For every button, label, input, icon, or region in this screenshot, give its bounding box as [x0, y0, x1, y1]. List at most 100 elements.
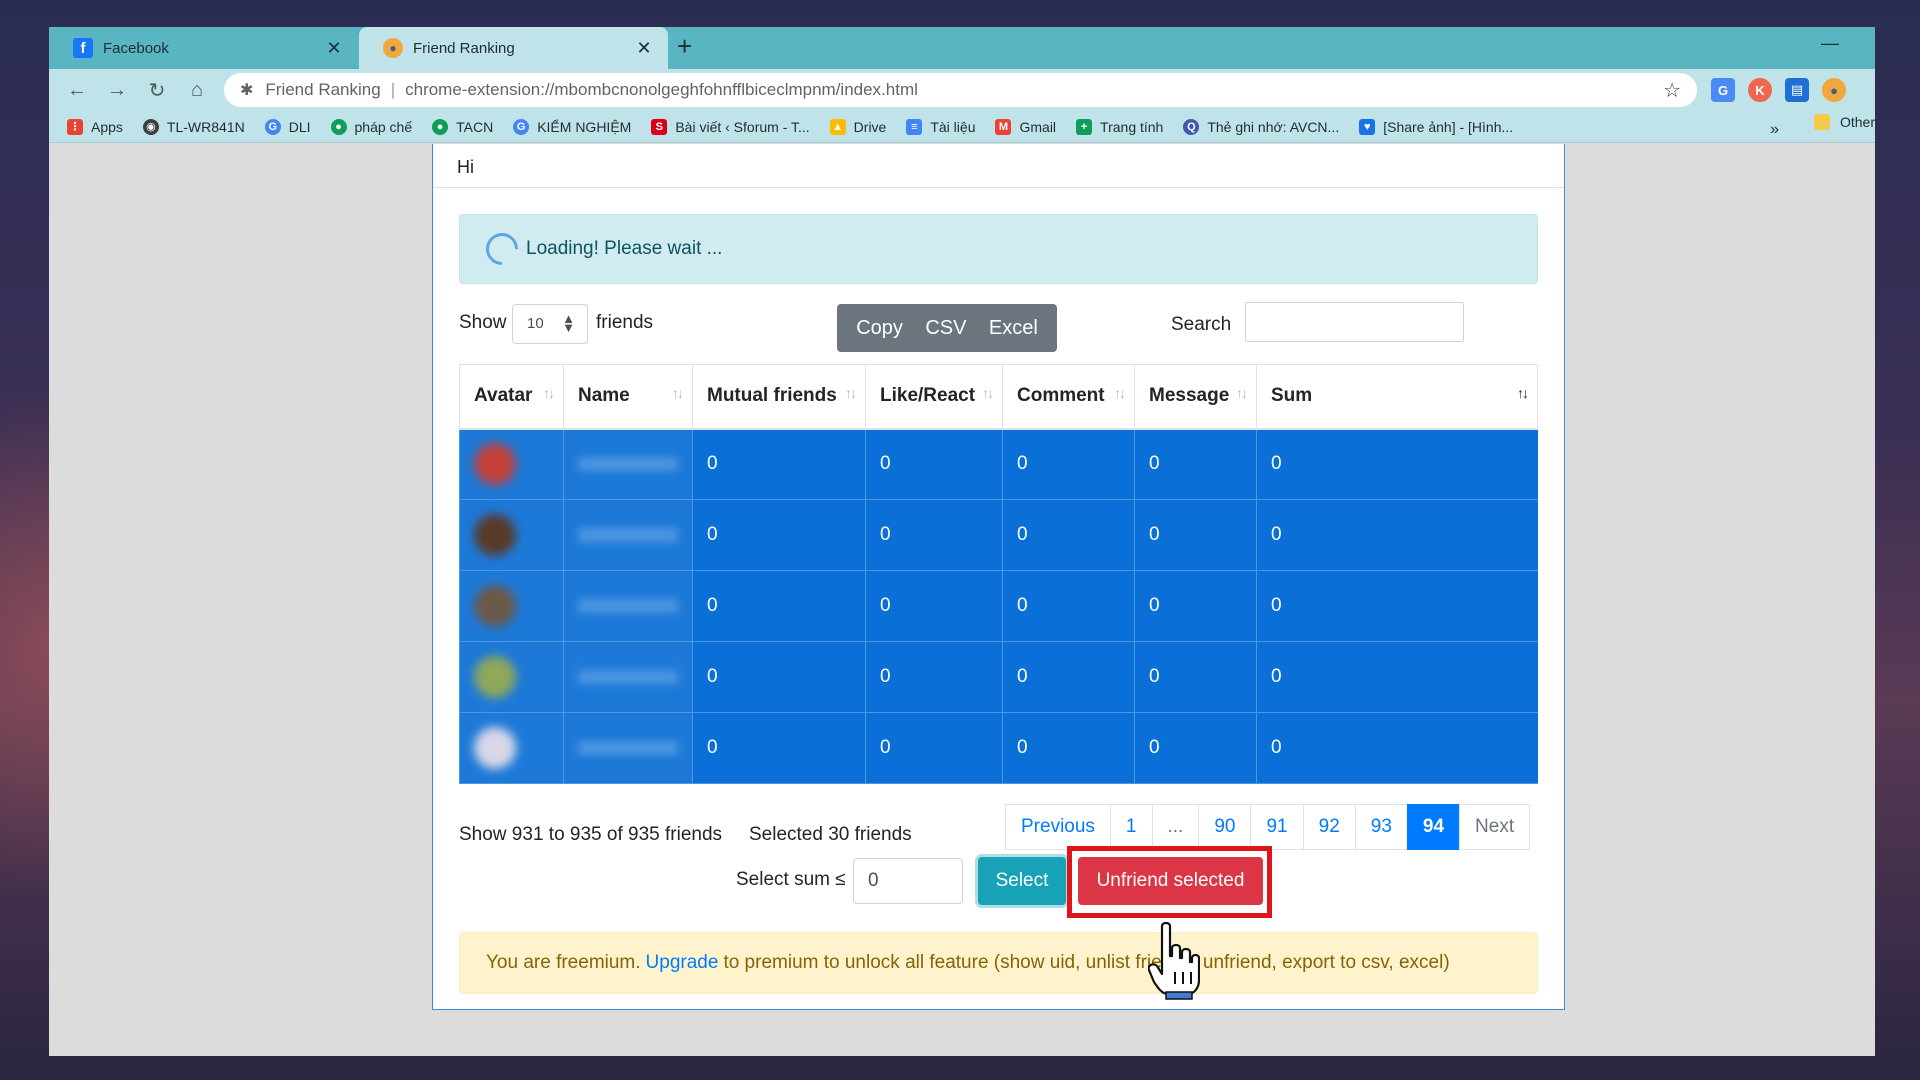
friends-table: Avatar ↑↓ Name ↑↓ Mutual friends ↑↓ Like/Re…	[459, 364, 1538, 784]
address-url: chrome-extension://mbombcnonolgeghfohnff…	[405, 80, 918, 99]
other-bookmarks-label: Other	[1839, 114, 1875, 130]
table-row[interactable]: 00000	[459, 428, 1538, 500]
docs-icon: ≡	[906, 118, 923, 135]
other-bookmarks[interactable]: Other	[1813, 114, 1875, 130]
mutual-friends-cell: 0	[692, 428, 866, 500]
column-header-avatar[interactable]: Avatar ↑↓	[459, 364, 564, 430]
save-extension-icon[interactable]: ▤	[1785, 78, 1809, 102]
like-react-cell: 0	[865, 499, 1003, 571]
avatar	[474, 727, 516, 769]
gmail-icon: M	[995, 118, 1012, 135]
bookmark-label: TL-WR841N	[166, 118, 245, 135]
name-cell	[563, 641, 693, 713]
bookmark-tacn[interactable]: ● TACN	[432, 118, 494, 135]
tab-friend-ranking[interactable]: ● Friend Ranking ✕	[359, 27, 668, 69]
avatar	[474, 514, 516, 556]
table-row[interactable]: 00000	[459, 712, 1538, 784]
extension-puzzle-icon: ✱	[240, 82, 254, 99]
sum-cell: 0	[1256, 570, 1538, 642]
forward-icon[interactable]: →	[97, 79, 137, 102]
premium-text-after: to premium to unlock all feature (show u…	[723, 952, 1450, 973]
bookmark-star-icon[interactable]: ☆	[1663, 78, 1681, 103]
bookmark-kiem-nghiem[interactable]: G KIỂM NGHIỆM	[513, 118, 632, 135]
chat-icon: ●	[432, 118, 449, 135]
friend-ranking-extension-icon[interactable]: ●	[1822, 78, 1846, 102]
comment-cell: 0	[1002, 641, 1135, 713]
page-size-select[interactable]: 10 ▲ ▼	[512, 304, 588, 344]
pagination-previous[interactable]: Previous	[1005, 804, 1111, 850]
bookmark-label: Trang tính	[1100, 118, 1164, 135]
address-bar[interactable]: ✱ Friend Ranking | chrome-extension://mb…	[224, 73, 1697, 107]
bookmark-tl-wr841n[interactable]: ◉ TL-WR841N	[142, 118, 245, 135]
bookmark-apps[interactable]: ⋮ Apps	[67, 118, 123, 135]
bookmarks-overflow-button[interactable]: »	[1770, 121, 1779, 139]
pagination-page-91[interactable]: 91	[1250, 804, 1304, 850]
avatar-cell	[459, 499, 564, 571]
show-label: Show	[459, 312, 507, 333]
table-row[interactable]: 00000	[459, 641, 1538, 713]
bookmark-label: TACN	[456, 118, 494, 135]
blurred-name	[578, 741, 678, 755]
sforum-icon: S	[651, 118, 668, 135]
pagination-page-1[interactable]: 1	[1109, 804, 1153, 850]
column-header-message[interactable]: Message ↑↓	[1134, 364, 1257, 430]
export-button-group: Copy CSV Excel	[837, 304, 1057, 352]
bookmark-dli[interactable]: G DLI	[264, 118, 311, 135]
pagination-next[interactable]: Next	[1459, 804, 1531, 850]
comment-cell: 0	[1002, 428, 1135, 500]
bookmark-sforum[interactable]: S Bài viết ‹ Sforum - T...	[651, 118, 810, 135]
bookmark-share-anh[interactable]: ♥ [Share ảnh] - [Hình...	[1359, 118, 1513, 135]
apps-grid-icon: ⋮	[67, 118, 83, 135]
folder-icon	[1813, 114, 1830, 130]
excel-button[interactable]: Excel	[989, 317, 1038, 340]
bookmark-label: KIỂM NGHIỆM	[537, 118, 632, 135]
bookmark-trang-tinh[interactable]: + Trang tính	[1076, 118, 1164, 135]
search-input[interactable]	[1245, 302, 1464, 342]
column-header-comment[interactable]: Comment ↑↓	[1002, 364, 1135, 430]
new-tab-button[interactable]: +	[677, 31, 692, 62]
table-row[interactable]: 00000	[459, 499, 1538, 571]
bookmark-gmail[interactable]: M Gmail	[995, 118, 1056, 135]
select-button[interactable]: Select	[978, 857, 1066, 905]
column-header-mutual-friends[interactable]: Mutual friends ↑↓	[692, 364, 866, 430]
pagination-page-93[interactable]: 93	[1354, 804, 1408, 850]
loading-alert: Loading! Please wait ...	[459, 214, 1538, 284]
home-icon[interactable]: ⌂	[177, 79, 217, 102]
premium-text-before: You are freemium.	[486, 952, 641, 973]
facebook-icon: f	[73, 38, 93, 58]
pagination-page-90[interactable]: 90	[1198, 804, 1252, 850]
tab-facebook[interactable]: f Facebook ✕	[49, 27, 358, 69]
close-icon[interactable]: ✕	[634, 38, 654, 59]
friends-label: friends	[596, 312, 654, 333]
sheets-icon: +	[1076, 118, 1093, 135]
close-icon[interactable]: ✕	[324, 38, 344, 59]
column-header-name[interactable]: Name ↑↓	[563, 364, 693, 430]
unfriend-selected-button[interactable]: Unfriend selected	[1078, 857, 1263, 905]
comment-cell: 0	[1002, 499, 1135, 571]
pagination-page-92[interactable]: 92	[1302, 804, 1356, 850]
table-row[interactable]: 00000	[459, 570, 1538, 642]
selected-count: Selected 30 friends	[749, 824, 912, 845]
translate-extension-icon[interactable]: G	[1711, 78, 1735, 102]
column-header-like-react[interactable]: Like/React ↑↓	[865, 364, 1003, 430]
pagination-page-94[interactable]: 94	[1406, 804, 1461, 850]
bookmark-quizlet[interactable]: Q Thẻ ghi nhớ: AVCN...	[1183, 118, 1339, 135]
column-header-sum[interactable]: Sum ↑↓	[1256, 364, 1538, 430]
k-extension-icon[interactable]: K	[1748, 78, 1772, 102]
sort-icon: ↑↓	[1517, 385, 1529, 401]
bookmark-phap-che[interactable]: ● pháp chế	[330, 118, 412, 135]
name-cell	[563, 570, 693, 642]
select-sum-label: Select sum ≤	[736, 869, 846, 890]
back-icon[interactable]: ←	[57, 79, 97, 102]
address-site-label: Friend Ranking	[265, 80, 381, 99]
select-sum-input[interactable]	[853, 858, 963, 904]
blurred-name	[578, 670, 678, 684]
reload-icon[interactable]: ↻	[137, 78, 177, 103]
friend-ranking-card: Hi Loading! Please wait ... Show 10 ▲ ▼ f…	[432, 144, 1565, 1010]
copy-button[interactable]: Copy	[856, 317, 903, 340]
minimize-icon[interactable]: —	[1821, 33, 1839, 54]
upgrade-link[interactable]: Upgrade	[646, 952, 719, 974]
bookmark-tai-lieu[interactable]: ≡ Tài liệu	[906, 118, 975, 135]
bookmark-drive[interactable]: ▲ Drive	[829, 118, 886, 135]
csv-button[interactable]: CSV	[925, 317, 966, 340]
